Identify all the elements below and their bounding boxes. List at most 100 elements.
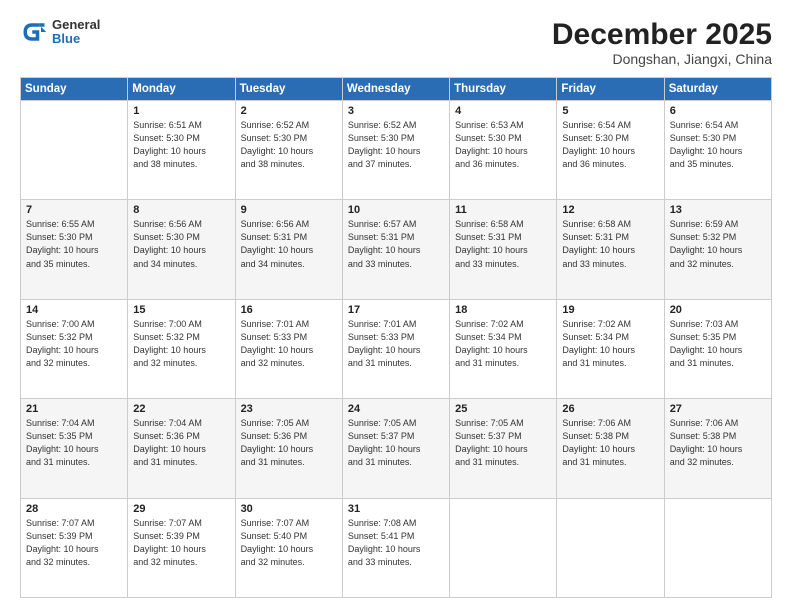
table-row: 2 Sunrise: 6:52 AM Sunset: 5:30 PM Daylig…: [235, 101, 342, 200]
day-info: Sunrise: 7:06 AM Sunset: 5:38 PM Dayligh…: [562, 417, 658, 469]
day-number: 30: [241, 503, 337, 515]
day-info: Sunrise: 7:02 AM Sunset: 5:34 PM Dayligh…: [455, 318, 551, 370]
table-row: 5Sunrise: 6:54 AM Sunset: 5:30 PM Daylig…: [557, 101, 664, 200]
header-sunday: Sunday: [21, 78, 128, 101]
table-row: 11Sunrise: 6:58 AM Sunset: 5:31 PM Dayli…: [450, 200, 557, 299]
day-info: Sunrise: 6:51 AM Sunset: 5:30 PM Dayligh…: [133, 119, 229, 171]
day-number: 22: [133, 403, 229, 415]
calendar-week-1: 1Sunrise: 6:51 AM Sunset: 5:30 PM Daylig…: [21, 101, 772, 200]
header-monday: Monday: [128, 78, 235, 101]
day-number: 15: [133, 304, 229, 316]
day-number: 24: [348, 403, 444, 415]
logo-general-text: General: [52, 18, 100, 32]
day-number: 2: [241, 105, 337, 117]
calendar-week-2: 7 Sunrise: 6:55 AM Sunset: 5:30 PM Daylig…: [21, 200, 772, 299]
calendar-header-row: Sunday Monday Tuesday Wednesday Thursday…: [21, 78, 772, 101]
day-number: 23: [241, 403, 337, 415]
table-row: 24 Sunrise: 7:05 AM Sunset: 5:37 PM Dayli…: [342, 399, 449, 498]
table-row: 3 Sunrise: 6:52 AM Sunset: 5:30 PM Daylig…: [342, 101, 449, 200]
table-row: 9 Sunrise: 6:56 AM Sunset: 5:31 PM Daylig…: [235, 200, 342, 299]
day-info: Sunrise: 6:53 AM Sunset: 5:30 PM Dayligh…: [455, 119, 551, 171]
logo: General Blue: [20, 18, 100, 47]
calendar-week-4: 21 Sunrise: 7:04 AM Sunset: 5:35 PM Dayli…: [21, 399, 772, 498]
day-info: Sunrise: 6:54 AM Sunset: 5:30 PM Dayligh…: [670, 119, 766, 171]
day-info: Sunrise: 6:52 AM Sunset: 5:30 PM Dayligh…: [241, 119, 337, 171]
day-number: 5: [562, 105, 658, 117]
day-number: 6: [670, 105, 766, 117]
table-row: 14Sunrise: 7:00 AM Sunset: 5:32 PM Dayli…: [21, 299, 128, 398]
month-year: December 2025: [552, 18, 772, 51]
table-row: 26 Sunrise: 7:06 AM Sunset: 5:38 PM Dayli…: [557, 399, 664, 498]
calendar-table: Sunday Monday Tuesday Wednesday Thursday…: [20, 77, 772, 598]
page: General Blue December 2025 Dongshan, Jia…: [0, 0, 792, 612]
day-info: Sunrise: 7:07 AM Sunset: 5:39 PM Dayligh…: [133, 517, 229, 569]
table-row: [664, 498, 771, 597]
day-info: Sunrise: 7:07 AM Sunset: 5:40 PM Dayligh…: [241, 517, 337, 569]
table-row: 31Sunrise: 7:08 AM Sunset: 5:41 PM Dayli…: [342, 498, 449, 597]
table-row: 29 Sunrise: 7:07 AM Sunset: 5:39 PM Dayli…: [128, 498, 235, 597]
header-saturday: Saturday: [664, 78, 771, 101]
day-number: 29: [133, 503, 229, 515]
header-friday: Friday: [557, 78, 664, 101]
day-number: 26: [562, 403, 658, 415]
day-info: Sunrise: 7:06 AM Sunset: 5:38 PM Dayligh…: [670, 417, 766, 469]
day-info: Sunrise: 7:00 AM Sunset: 5:32 PM Dayligh…: [133, 318, 229, 370]
day-info: Sunrise: 7:03 AM Sunset: 5:35 PM Dayligh…: [670, 318, 766, 370]
table-row: 18 Sunrise: 7:02 AM Sunset: 5:34 PM Dayli…: [450, 299, 557, 398]
table-row: 30 Sunrise: 7:07 AM Sunset: 5:40 PM Dayli…: [235, 498, 342, 597]
logo-blue-text: Blue: [52, 32, 100, 46]
table-row: 23Sunrise: 7:05 AM Sunset: 5:36 PM Dayli…: [235, 399, 342, 498]
day-info: Sunrise: 7:04 AM Sunset: 5:35 PM Dayligh…: [26, 417, 122, 469]
header-tuesday: Tuesday: [235, 78, 342, 101]
table-row: 16 Sunrise: 7:01 AM Sunset: 5:33 PM Dayli…: [235, 299, 342, 398]
table-row: 15 Sunrise: 7:00 AM Sunset: 5:32 PM Dayli…: [128, 299, 235, 398]
day-info: Sunrise: 7:00 AM Sunset: 5:32 PM Dayligh…: [26, 318, 122, 370]
logo-icon: [20, 18, 48, 46]
day-info: Sunrise: 6:59 AM Sunset: 5:32 PM Dayligh…: [670, 218, 766, 270]
table-row: 1Sunrise: 6:51 AM Sunset: 5:30 PM Daylig…: [128, 101, 235, 200]
day-info: Sunrise: 6:56 AM Sunset: 5:30 PM Dayligh…: [133, 218, 229, 270]
day-number: 10: [348, 204, 444, 216]
day-info: Sunrise: 6:58 AM Sunset: 5:31 PM Dayligh…: [562, 218, 658, 270]
day-info: Sunrise: 7:04 AM Sunset: 5:36 PM Dayligh…: [133, 417, 229, 469]
day-number: 17: [348, 304, 444, 316]
day-number: 4: [455, 105, 551, 117]
calendar-week-3: 14Sunrise: 7:00 AM Sunset: 5:32 PM Dayli…: [21, 299, 772, 398]
day-info: Sunrise: 7:05 AM Sunset: 5:37 PM Dayligh…: [455, 417, 551, 469]
day-info: Sunrise: 6:57 AM Sunset: 5:31 PM Dayligh…: [348, 218, 444, 270]
table-row: 27Sunrise: 7:06 AM Sunset: 5:38 PM Dayli…: [664, 399, 771, 498]
table-row: 13Sunrise: 6:59 AM Sunset: 5:32 PM Dayli…: [664, 200, 771, 299]
table-row: 22 Sunrise: 7:04 AM Sunset: 5:36 PM Dayli…: [128, 399, 235, 498]
day-info: Sunrise: 7:01 AM Sunset: 5:33 PM Dayligh…: [348, 318, 444, 370]
logo-text: General Blue: [52, 18, 100, 47]
table-row: 25Sunrise: 7:05 AM Sunset: 5:37 PM Dayli…: [450, 399, 557, 498]
table-row: 12 Sunrise: 6:58 AM Sunset: 5:31 PM Dayli…: [557, 200, 664, 299]
table-row: 6 Sunrise: 6:54 AM Sunset: 5:30 PM Daylig…: [664, 101, 771, 200]
header-wednesday: Wednesday: [342, 78, 449, 101]
day-info: Sunrise: 7:02 AM Sunset: 5:34 PM Dayligh…: [562, 318, 658, 370]
day-info: Sunrise: 7:05 AM Sunset: 5:37 PM Dayligh…: [348, 417, 444, 469]
table-row: 4 Sunrise: 6:53 AM Sunset: 5:30 PM Daylig…: [450, 101, 557, 200]
day-number: 11: [455, 204, 551, 216]
day-info: Sunrise: 6:56 AM Sunset: 5:31 PM Dayligh…: [241, 218, 337, 270]
day-info: Sunrise: 6:52 AM Sunset: 5:30 PM Dayligh…: [348, 119, 444, 171]
day-number: 7: [26, 204, 122, 216]
table-row: 19 Sunrise: 7:02 AM Sunset: 5:34 PM Dayli…: [557, 299, 664, 398]
day-number: 16: [241, 304, 337, 316]
day-number: 20: [670, 304, 766, 316]
day-number: 3: [348, 105, 444, 117]
day-number: 9: [241, 204, 337, 216]
day-info: Sunrise: 7:01 AM Sunset: 5:33 PM Dayligh…: [241, 318, 337, 370]
day-number: 18: [455, 304, 551, 316]
day-info: Sunrise: 7:07 AM Sunset: 5:39 PM Dayligh…: [26, 517, 122, 569]
day-number: 12: [562, 204, 658, 216]
day-number: 21: [26, 403, 122, 415]
table-row: 8 Sunrise: 6:56 AM Sunset: 5:30 PM Daylig…: [128, 200, 235, 299]
day-info: Sunrise: 6:55 AM Sunset: 5:30 PM Dayligh…: [26, 218, 122, 270]
table-row: 10 Sunrise: 6:57 AM Sunset: 5:31 PM Dayli…: [342, 200, 449, 299]
table-row: [21, 101, 128, 200]
day-number: 8: [133, 204, 229, 216]
header: General Blue December 2025 Dongshan, Jia…: [20, 18, 772, 67]
table-row: [450, 498, 557, 597]
day-number: 19: [562, 304, 658, 316]
